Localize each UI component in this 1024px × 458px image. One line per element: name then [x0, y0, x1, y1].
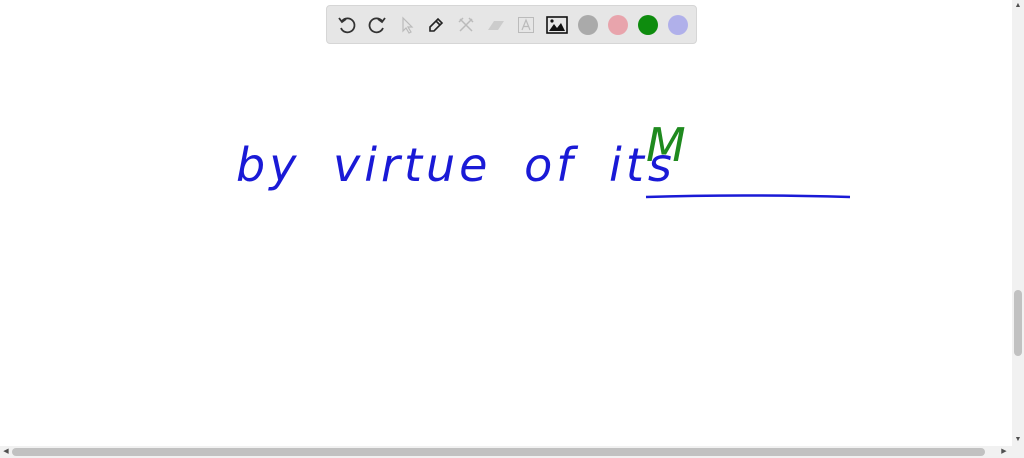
color-pink[interactable]	[608, 15, 628, 35]
eraser-icon	[488, 21, 504, 30]
pen-icon	[429, 17, 444, 32]
vertical-scrollbar[interactable]: ▲ ▼	[1012, 0, 1024, 446]
scroll-right-arrow[interactable]: ▶	[998, 446, 1010, 458]
handwritten-answer: M	[646, 118, 686, 172]
tools-button[interactable]	[453, 12, 479, 38]
redo-icon	[368, 17, 386, 34]
undo-button[interactable]	[334, 12, 360, 38]
text-button[interactable]	[513, 12, 539, 38]
answer-blank-line	[645, 194, 851, 199]
select-icon	[402, 16, 414, 34]
pen-button[interactable]	[423, 12, 449, 38]
scroll-down-arrow[interactable]: ▼	[1012, 434, 1024, 446]
image-button[interactable]	[544, 12, 570, 38]
redo-button[interactable]	[364, 12, 390, 38]
color-green[interactable]	[638, 15, 658, 35]
color-gray[interactable]	[578, 15, 598, 35]
handwritten-sentence: by virtue of its	[236, 138, 676, 192]
color-lavender[interactable]	[668, 15, 688, 35]
drawing-toolbar	[326, 5, 697, 44]
select-button[interactable]	[394, 12, 420, 38]
image-icon	[546, 16, 568, 34]
horizontal-scrollbar[interactable]: ◀ ▶	[0, 446, 1024, 458]
scroll-left-arrow[interactable]: ◀	[0, 446, 12, 458]
horizontal-scroll-thumb[interactable]	[12, 448, 985, 456]
text-icon	[518, 17, 534, 33]
scroll-up-arrow[interactable]: ▲	[1012, 0, 1024, 12]
undo-icon	[338, 17, 356, 34]
eraser-button[interactable]	[483, 12, 509, 38]
vertical-scroll-thumb[interactable]	[1014, 290, 1022, 356]
tools-icon	[458, 17, 474, 32]
